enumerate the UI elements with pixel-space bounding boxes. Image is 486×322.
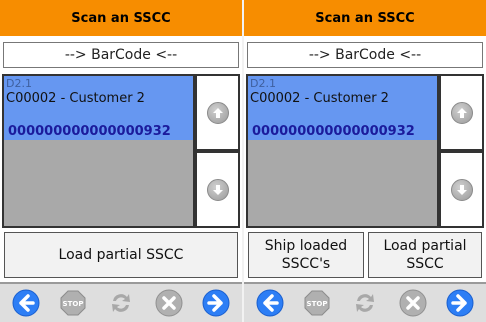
ship-loaded-ssccs-button[interactable]: Ship loaded SSCC's xyxy=(248,232,364,278)
scroll-down-button[interactable] xyxy=(439,151,484,228)
scroll-down-button[interactable] xyxy=(195,151,240,228)
load-partial-label-line2: SSCC xyxy=(406,256,444,272)
sscc-list[interactable]: D2.1 C00002 - Customer 2 000000000000000… xyxy=(246,74,439,228)
sscc-list[interactable]: D2.1 C00002 - Customer 2 000000000000000… xyxy=(2,74,195,228)
arrow-up-icon xyxy=(206,101,229,124)
svg-text:STOP: STOP xyxy=(63,300,84,308)
svg-text:STOP: STOP xyxy=(307,300,328,308)
screen-left: Scan an SSCC --> BarCode <-- D2.1 C00002… xyxy=(0,0,242,322)
barcode-input[interactable]: --> BarCode <-- xyxy=(3,42,239,68)
scroll-up-button[interactable] xyxy=(195,74,240,151)
item-customer: C00002 - Customer 2 xyxy=(250,91,389,106)
load-partial-label-line1: Load partial xyxy=(383,238,467,254)
forward-icon[interactable] xyxy=(445,288,475,318)
list-item-selected[interactable]: D2.1 C00002 - Customer 2 000000000000000… xyxy=(248,76,437,140)
load-partial-sscc-button[interactable]: Load partial SSCC xyxy=(4,232,238,278)
arrow-down-icon xyxy=(206,178,229,201)
item-code: D2.1 xyxy=(250,77,276,90)
page-title: Scan an SSCC xyxy=(315,10,415,26)
list-item-selected[interactable]: D2.1 C00002 - Customer 2 000000000000000… xyxy=(4,76,193,140)
stop-icon[interactable]: STOP xyxy=(58,288,88,318)
load-partial-sscc-button[interactable]: Load partial SSCC xyxy=(368,232,482,278)
scroll-up-button[interactable] xyxy=(439,74,484,151)
stop-icon[interactable]: STOP xyxy=(302,288,332,318)
item-code: D2.1 xyxy=(6,77,32,90)
arrow-down-icon xyxy=(450,178,473,201)
ship-loaded-label: Ship loaded SSCC's xyxy=(265,237,347,273)
arrow-up-icon xyxy=(450,101,473,124)
item-sscc: 000000000000000932 xyxy=(8,124,171,139)
screen-right: Scan an SSCC --> BarCode <-- D2.1 C00002… xyxy=(244,0,486,322)
back-icon[interactable] xyxy=(11,288,41,318)
title-bar: Scan an SSCC xyxy=(0,0,242,36)
ship-loaded-label-line2: SSCC's xyxy=(281,256,331,272)
refresh-icon[interactable] xyxy=(350,288,380,318)
item-sscc: 000000000000000932 xyxy=(252,124,415,139)
page-title: Scan an SSCC xyxy=(71,10,171,26)
forward-icon[interactable] xyxy=(201,288,231,318)
cancel-icon[interactable] xyxy=(154,288,184,318)
item-customer: C00002 - Customer 2 xyxy=(6,91,145,106)
ship-loaded-label-line1: Ship loaded xyxy=(264,238,348,254)
barcode-input[interactable]: --> BarCode <-- xyxy=(247,42,483,68)
refresh-icon[interactable] xyxy=(106,288,136,318)
cancel-icon[interactable] xyxy=(398,288,428,318)
back-icon[interactable] xyxy=(255,288,285,318)
bottom-toolbar: STOP xyxy=(244,282,486,322)
load-partial-label: Load partial SSCC xyxy=(383,237,466,273)
bottom-toolbar: STOP xyxy=(0,282,242,322)
load-partial-label: Load partial SSCC xyxy=(58,247,184,263)
title-bar: Scan an SSCC xyxy=(244,0,486,36)
